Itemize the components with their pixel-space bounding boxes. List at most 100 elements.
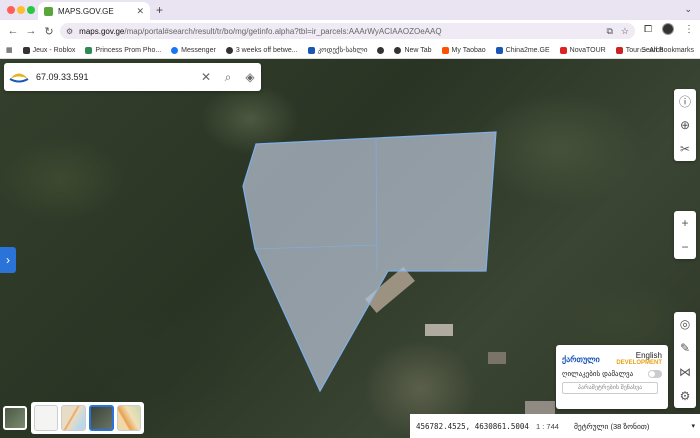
folder-icon: ▭ (639, 47, 647, 54)
language-georgian-option[interactable]: ქართული (562, 355, 600, 364)
plane-icon (615, 46, 623, 54)
basemap-toggle (3, 406, 27, 430)
bookmark-item[interactable]: NovaTOUR (559, 46, 606, 54)
bird-icon (307, 46, 315, 54)
share-icon[interactable]: ⋈ (674, 360, 696, 384)
browser-tab-bar: MAPS.GOV.GE ✕ + ⌄ (0, 0, 700, 20)
forward-icon[interactable]: → (22, 25, 40, 37)
scale-readout: 1 : 744 (536, 421, 559, 431)
maximize-window-button[interactable] (27, 6, 35, 14)
coordinates-text: 456782.4525, 4630861.5004 (416, 421, 529, 431)
bookmark-item[interactable]: New Tab (394, 46, 432, 54)
minimize-window-button[interactable] (17, 6, 25, 14)
tab-title: MAPS.GOV.GE (58, 6, 114, 16)
bookmark-label: New Tab (404, 46, 432, 54)
bookmark-label: NovaTOUR (569, 46, 606, 54)
search-icon[interactable]: ⌕ (217, 70, 239, 85)
bookmark-item[interactable]: Messenger (171, 46, 216, 54)
parcel-polygon (242, 131, 497, 393)
bookmark-label: China2me.GE (505, 46, 550, 54)
projection-select[interactable]: მეტრული (38 ზონით) ▾ (568, 414, 700, 438)
hide-buttons-label: ღილაკების დამალვა (562, 371, 634, 378)
game-icon (85, 46, 93, 54)
bookmark-item[interactable] (377, 46, 385, 54)
draw-icon[interactable]: ✎ (674, 336, 696, 360)
satellite-basemap-thumb[interactable] (3, 406, 27, 430)
close-tab-icon[interactable]: ✕ (136, 6, 144, 17)
extensions-icon[interactable]: ⧠ (644, 24, 652, 35)
topo-basemap-thumb[interactable] (116, 405, 141, 431)
close-window-button[interactable] (7, 6, 15, 14)
address-bar[interactable]: ⚙ maps.gov.ge /map/portal#search/result/… (60, 23, 635, 39)
language-panel: ქართული English DEVELOPMENT ღილაკების და… (556, 345, 668, 409)
bookmark-label: კოდექს-სახლი (317, 47, 368, 54)
navigation-icon[interactable]: ⊕ (674, 113, 696, 137)
site-info-icon[interactable]: ⚙ (66, 27, 73, 36)
settings-icon[interactable]: ⚙ (674, 384, 696, 408)
china2me-icon (495, 46, 503, 54)
language-english-option[interactable]: English DEVELOPMENT (616, 351, 662, 366)
hide-buttons-toggle[interactable] (648, 370, 662, 378)
browser-nav-bar: ← → ↻ ⚙ maps.gov.ge /map/portal#search/r… (0, 20, 700, 42)
zoom-toolbar: + − (674, 211, 696, 259)
nova-icon (559, 46, 567, 54)
english-label: English (635, 351, 662, 360)
bookmark-label: Princess Prom Pho... (95, 46, 162, 54)
browser-tab[interactable]: MAPS.GOV.GE ✕ (38, 2, 150, 20)
zoom-in-icon[interactable]: + (674, 211, 696, 235)
all-bookmarks[interactable]: ▭ All Bookmarks (639, 46, 694, 55)
globe-icon (377, 46, 385, 54)
development-badge: DEVELOPMENT (616, 360, 662, 366)
basemap-gallery (31, 402, 144, 434)
locate-icon[interactable]: ◎ (674, 312, 696, 336)
browser-menu-icon[interactable]: ⋮ (684, 24, 694, 35)
new-tab-icon[interactable]: + (156, 3, 163, 17)
search-input[interactable]: 67.09.33.591 (34, 72, 195, 82)
cast-icon[interactable]: ⧉ (606, 26, 612, 37)
back-icon[interactable]: ← (4, 25, 22, 37)
tab-list-chevron-icon[interactable]: ⌄ (684, 4, 692, 15)
url-path: /map/portal#search/result/tr/bo/mg/getin… (124, 26, 442, 36)
chevron-right-icon: › (6, 253, 10, 267)
parcel-search-box: 67.09.33.591 ✕ ⌕ ◈ (4, 63, 261, 91)
bookmark-item[interactable]: My Taobao (441, 46, 486, 54)
bookmark-item[interactable]: კოდექს-სახლი (307, 46, 368, 54)
taobao-icon (441, 46, 449, 54)
bookmarks-bar: ▦ Jeux - Roblox Princess Prom Pho... Mes… (0, 42, 700, 59)
expand-sidebar-button[interactable]: › (0, 247, 16, 273)
napr-logo-icon[interactable] (4, 63, 34, 91)
clear-search-icon[interactable]: ✕ (195, 70, 217, 84)
globe-icon (394, 46, 402, 54)
tools-toolbar: ◎ ✎ ⋈ ⚙ (674, 312, 696, 408)
profile-avatar[interactable] (662, 23, 674, 35)
map-canvas[interactable]: 67.09.33.591 ✕ ⌕ ◈ › ⓘ ⊕ ✂ + − ◎ ✎ ⋈ ⚙ ქ… (0, 59, 700, 438)
aerial-basemap-thumb[interactable] (88, 405, 114, 431)
all-bookmarks-label: All Bookmarks (649, 46, 694, 54)
bookmark-item[interactable]: Jeux - Roblox (22, 46, 76, 54)
info-toolbar: ⓘ ⊕ ✂ (674, 89, 696, 161)
zoom-out-icon[interactable]: − (674, 235, 696, 259)
bookmark-item[interactable]: China2me.GE (495, 46, 550, 54)
bookmark-label: My Taobao (451, 46, 486, 54)
blank-basemap-thumb[interactable] (34, 405, 59, 431)
projection-value: მეტრული (38 ზონით) (574, 421, 650, 431)
site-favicon-icon (44, 6, 53, 16)
bookmark-label: 3 weeks off betwe... (235, 46, 298, 54)
save-settings-button[interactable]: პარამეტრების შენახვა (562, 382, 658, 394)
info-icon[interactable]: ⓘ (674, 89, 696, 113)
roblox-icon (22, 46, 30, 54)
globe-icon (225, 46, 233, 54)
url-host: maps.gov.ge (79, 26, 125, 36)
bookmark-item[interactable]: 3 weeks off betwe... (225, 46, 298, 54)
messenger-icon (171, 46, 179, 54)
bookmark-star-icon[interactable]: ☆ (621, 26, 629, 37)
reload-icon[interactable]: ↻ (40, 25, 58, 38)
layers-icon[interactable]: ◈ (239, 70, 261, 84)
chevron-down-icon: ▾ (691, 423, 695, 430)
bookmark-item[interactable]: Princess Prom Pho... (85, 46, 162, 54)
apps-grid-icon[interactable]: ▦ (6, 46, 13, 54)
bookmark-label: Jeux - Roblox (32, 46, 76, 54)
measure-icon[interactable]: ✂ (674, 137, 696, 161)
bookmark-label: Messenger (181, 46, 216, 54)
street-basemap-thumb[interactable] (61, 405, 86, 431)
